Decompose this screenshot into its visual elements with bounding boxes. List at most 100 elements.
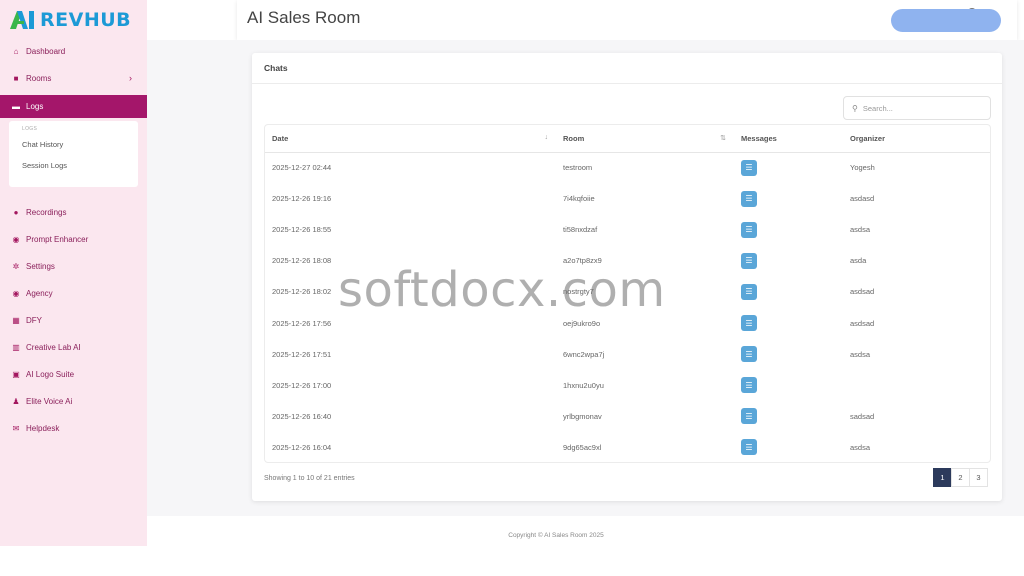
cell-messages: ☰ (734, 245, 843, 276)
cell-room: a2o7tp8zx9 (563, 256, 602, 266)
folder-icon: ▬ (12, 102, 20, 111)
cell-room: ti58nxdzaf (563, 225, 598, 235)
page-button-3[interactable]: 3 (969, 468, 988, 487)
cell-messages: ☰ (734, 432, 843, 462)
column-header-organizer: Organizer (843, 125, 990, 153)
cell-messages: ☰ (734, 307, 843, 338)
view-messages-icon[interactable]: ☰ (741, 283, 757, 300)
column-header-messages: Messages (734, 125, 843, 153)
table-row[interactable]: 2025-12-26 17:51 6wnc2wpa7j ☰ asdsa (265, 339, 990, 370)
table-row[interactable]: 2025-12-26 18:08 a2o7tp8zx9 ☰ asda (265, 245, 990, 276)
cell-date: 2025-12-26 18:08 (272, 256, 332, 266)
sidebar-item-label: Agency (26, 289, 53, 298)
cell-organizer: asdsa (850, 225, 871, 235)
table-row[interactable]: 2025-12-26 17:00 1hxnu2u0yu ☰ (265, 370, 990, 401)
page-title: AI Sales Room (247, 8, 361, 27)
view-messages-icon[interactable]: ☰ (741, 408, 757, 425)
submenu-item-session-logs[interactable]: Session Logs (9, 155, 138, 176)
view-messages-icon[interactable]: ☰ (741, 190, 757, 207)
chevron-right-icon: › (129, 73, 132, 83)
sort-desc-icon[interactable]: ↓ (545, 134, 549, 141)
table-row[interactable]: 2025-12-26 16:04 9dg65ac9xl ☰ asdsa (265, 432, 990, 462)
copyright: Copyright © AI Sales Room 2025 (508, 532, 604, 539)
palette-icon: ◉ (12, 235, 20, 244)
top-header: AI Sales Room (237, 0, 1017, 40)
cell-date: 2025-12-26 16:40 (272, 411, 332, 421)
sidebar-item-elite-voice-ai[interactable]: ♟ Elite Voice Ai (0, 388, 147, 415)
view-messages-icon[interactable]: ☰ (741, 315, 757, 332)
cell-messages: ☰ (734, 276, 843, 307)
table-row[interactable]: 2025-12-26 19:16 7i4kqfoiie ☰ asdasd (265, 183, 990, 214)
sidebar-item-label: Logs (26, 102, 44, 111)
sidebar-item-logs[interactable]: ▬ Logs (0, 95, 147, 118)
ai-logo-icon (8, 10, 38, 30)
cell-organizer: asda (850, 256, 867, 266)
card-title: Chats (252, 53, 1002, 84)
view-messages-icon[interactable]: ☰ (741, 439, 757, 456)
sidebar-item-ai-logo-suite[interactable]: ▣ AI Logo Suite (0, 361, 147, 388)
table-row[interactable]: 2025-12-27 02:44 testroom ☰ Yogesh (265, 152, 990, 183)
sidebar-item-dashboard[interactable]: ⌂ Dashboard (0, 38, 147, 65)
view-messages-icon[interactable]: ☰ (741, 221, 757, 238)
column-header-room[interactable]: Room ⇅ (556, 125, 734, 153)
cell-date: 2025-12-26 19:16 (272, 194, 332, 204)
video-icon: ■ (13, 74, 19, 83)
revhub-logo[interactable]: REVHUB (8, 9, 131, 31)
sidebar-nav: ⌂ Dashboard ■ Rooms › ▬ Logs LOGS Chat History Se… (0, 38, 147, 442)
cell-room: 9dg65ac9xl (563, 442, 602, 452)
cell-organizer: asdsad (850, 287, 875, 297)
cell-messages: ☰ (734, 370, 843, 401)
cell-date: 2025-12-26 17:00 (272, 380, 332, 390)
table-row[interactable]: 2025-12-26 17:56 oej9ukro9o ☰ asdsad (265, 307, 990, 338)
table-row[interactable]: 2025-12-26 16:40 yrlbgmonav ☰ sadsad (265, 401, 990, 432)
table-row[interactable]: 2025-12-26 18:55 ti58nxdzaf ☰ asdsa (265, 214, 990, 245)
search-input[interactable] (862, 103, 973, 113)
sidebar-item-label: DFY (26, 316, 42, 325)
cell-organizer (843, 370, 990, 401)
sidebar-item-dfy[interactable]: ▦ DFY (0, 307, 147, 334)
sidebar-item-label: Elite Voice Ai (26, 397, 73, 406)
cell-room: nostrgty7 (563, 287, 594, 297)
cell-date: 2025-12-26 17:56 (272, 318, 332, 328)
briefcase-icon: ▣ (12, 370, 20, 379)
sidebar-item-prompt-enhancer[interactable]: ◉ Prompt Enhancer (0, 226, 147, 253)
sidebar-item-agency[interactable]: ◉ Agency (0, 280, 147, 307)
chats-table: Date ↓ Room ⇅ Messages Organizer 2025-12… (264, 124, 991, 463)
envelope-icon: ✉ (12, 424, 20, 433)
home-icon: ⌂ (13, 47, 19, 56)
column-header-date[interactable]: Date ↓ (265, 125, 556, 153)
page-button-2[interactable]: 2 (951, 468, 970, 487)
user-menu-button[interactable] (891, 9, 1001, 32)
sidebar-item-label: Creative Lab AI (26, 343, 81, 352)
cell-organizer: asdasd (850, 194, 875, 204)
cell-date: 2025-12-26 18:55 (272, 225, 332, 235)
entries-info: Showing 1 to 10 of 21 entries (264, 475, 355, 482)
view-messages-icon[interactable]: ☰ (741, 252, 757, 269)
view-messages-icon[interactable]: ☰ (741, 377, 757, 394)
chats-card: Chats ⚲ Date ↓ Room ⇅ Messages (252, 53, 1002, 501)
search-box[interactable]: ⚲ (843, 96, 991, 120)
cell-organizer: asdsa (850, 442, 871, 452)
sidebar-item-settings[interactable]: ✲ Settings (0, 253, 147, 280)
dfy-icon: ▦ (12, 316, 20, 325)
sidebar-item-recordings[interactable]: ● Recordings (0, 199, 147, 226)
cell-room: yrlbgmonav (563, 411, 602, 421)
sidebar-item-label: Helpdesk (26, 424, 60, 433)
cell-messages: ☰ (734, 183, 843, 214)
cell-messages: ☰ (734, 214, 843, 245)
sort-icon[interactable]: ⇅ (720, 134, 726, 142)
logo-text: REVHUB (40, 9, 132, 31)
sidebar-item-rooms[interactable]: ■ Rooms › (0, 65, 147, 92)
sidebar-item-label: AI Logo Suite (26, 370, 75, 379)
page-button-1[interactable]: 1 (933, 468, 952, 487)
sidebar-item-helpdesk[interactable]: ✉ Helpdesk (0, 415, 147, 442)
view-messages-icon[interactable]: ☰ (741, 346, 757, 363)
sidebar-item-creative-lab-ai[interactable]: ▥ Creative Lab AI (0, 334, 147, 361)
record-icon: ● (13, 208, 19, 217)
view-messages-icon[interactable]: ☰ (741, 159, 757, 176)
cell-date: 2025-12-27 02:44 (272, 163, 332, 173)
cell-date: 2025-12-26 17:51 (272, 349, 332, 359)
table-row[interactable]: 2025-12-26 18:02 nostrgty7 ☰ asdsad (265, 276, 990, 307)
submenu-item-chat-history[interactable]: Chat History (9, 134, 138, 155)
cell-room: 1hxnu2u0yu (563, 380, 604, 390)
